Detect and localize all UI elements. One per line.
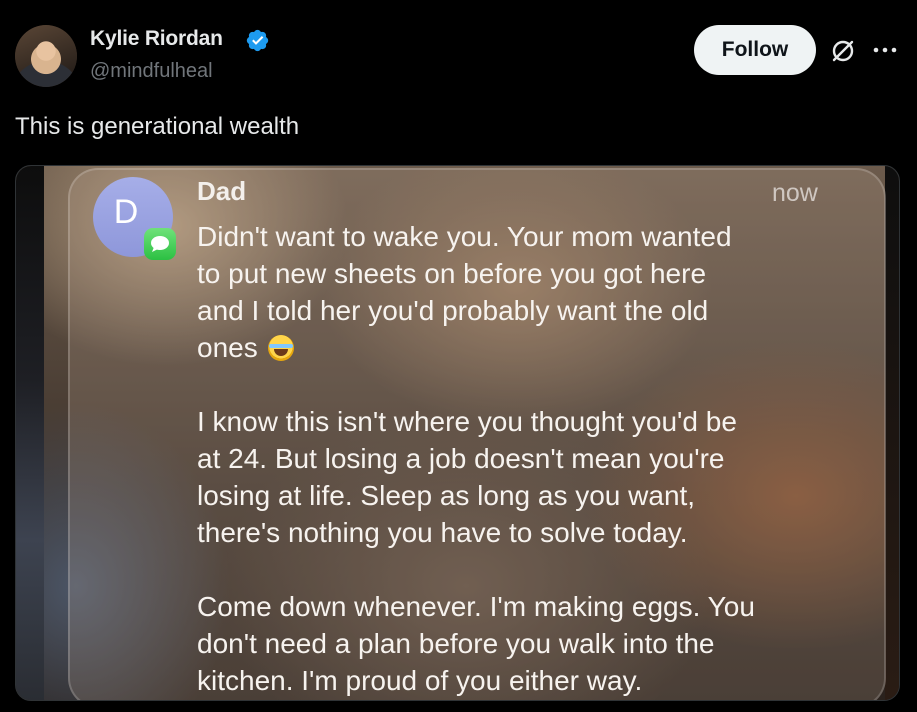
speech-bubble-icon xyxy=(151,236,169,252)
laughing-emoji-icon xyxy=(267,335,294,361)
messages-app-icon xyxy=(144,228,176,260)
photo-edge-left xyxy=(16,166,44,700)
message-body: Didn't want to wake you. Your mom wanted… xyxy=(197,218,857,700)
contact-initial: D xyxy=(113,192,139,231)
avatar-photo xyxy=(15,25,77,87)
message-paragraph: I know this isn't where you thought you'… xyxy=(197,406,737,548)
author-avatar[interactable] xyxy=(15,25,77,87)
more-options-icon[interactable] xyxy=(871,38,899,62)
post-image[interactable]: D Dad now Didn't want to wake you. Your … xyxy=(15,165,900,701)
message-timestamp: now xyxy=(772,179,818,207)
message-paragraph: Didn't want to wake you. Your mom wanted… xyxy=(197,218,857,366)
tweet: Kylie Riordan @mindfulheal Follow This i… xyxy=(0,0,917,712)
photo-edge-right xyxy=(885,166,899,700)
follow-button[interactable]: Follow xyxy=(694,25,816,75)
author-display-name[interactable]: Kylie Riordan xyxy=(90,27,223,51)
author-handle[interactable]: @mindfulheal xyxy=(90,60,213,83)
sender-name: Dad xyxy=(197,176,247,206)
post-text: This is generational wealth xyxy=(15,113,300,140)
grok-icon[interactable] xyxy=(829,37,857,65)
verified-badge-icon xyxy=(246,29,269,52)
message-paragraph: Come down whenever. I'm making eggs. You… xyxy=(197,591,755,696)
